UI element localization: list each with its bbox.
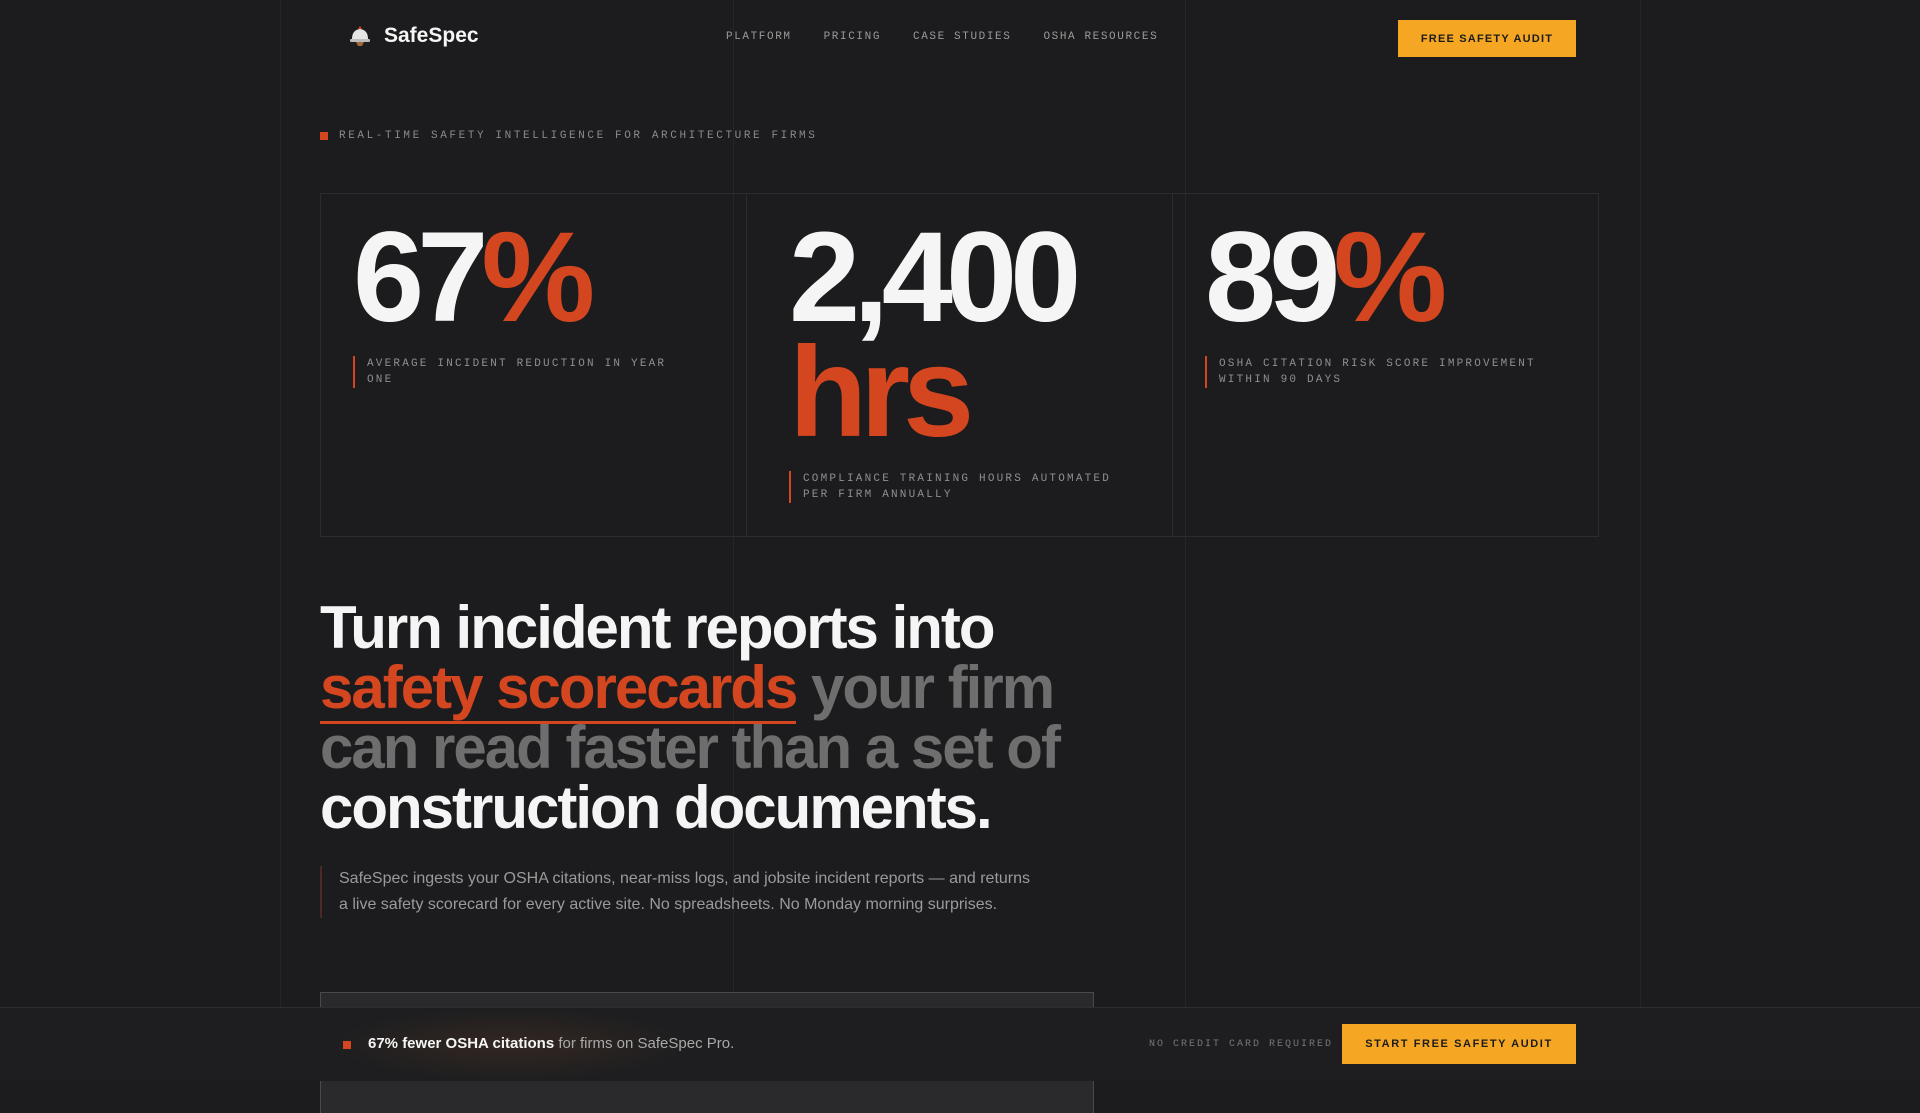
stat-unit: % [481,206,595,349]
grid-line [1640,0,1641,1080]
stat-value: 89% [1205,206,1447,349]
stat-caption: COMPLIANCE TRAINING HOURS AUTOMATED PER … [789,471,1133,503]
start-free-safety-audit-button[interactable]: START FREE SAFETY AUDIT [1342,1024,1576,1064]
stat-value: 67% [353,206,595,349]
nav-link-osha-resources[interactable]: OSHA RESOURCES [1043,31,1158,43]
stat-card-training-hours: 2,400 hrs COMPLIANCE TRAINING HOURS AUTOM… [747,194,1173,536]
stat-unit: % [1333,206,1447,349]
brand-logo[interactable]: SafeSpec [348,24,479,48]
hero-headline: Turn incident reports into safety scorec… [320,598,1140,838]
stat-card-citation-risk: 89% OSHA CITATION RISK SCORE IMPROVEMENT… [1173,194,1598,536]
bar-highlight: 67% fewer OSHA citations [368,1035,555,1052]
nav-link-case-studies[interactable]: CASE STUDIES [913,31,1011,43]
brand-name: SafeSpec [384,24,479,47]
headline-part2: construction documents. [320,774,993,841]
hero-subcopy: SafeSpec ingests your OSHA citations, ne… [320,866,1039,918]
square-bullet-icon [320,132,328,140]
stat-caption: AVERAGE INCIDENT REDUCTION IN YEAR ONE [353,356,687,388]
nav-link-pricing[interactable]: PRICING [824,31,881,43]
headline-part1: Turn incident reports into [320,594,996,661]
bar-message: 67% fewer OSHA citations for firms on Sa… [368,1035,734,1052]
top-nav: SafeSpec PLATFORM PRICING CASE STUDIES O… [0,0,1920,76]
bar-text: for firms on SafeSpec Pro. [558,1035,735,1052]
stats-grid: 67% AVERAGE INCIDENT REDUCTION IN YEAR O… [320,193,1599,537]
grid-line [1185,0,1186,1080]
stat-caption: OSHA CITATION RISK SCORE IMPROVEMENT WIT… [1205,356,1549,388]
eyebrow: REAL-TIME SAFETY INTELLIGENCE FOR ARCHIT… [320,130,817,142]
no-credit-card-note: NO CREDIT CARD REQUIRED [1149,1039,1334,1050]
free-safety-audit-button[interactable]: FREE SAFETY AUDIT [1398,20,1576,57]
stat-value: 2,400 hrs [789,206,1081,464]
nav-links: PLATFORM PRICING CASE STUDIES OSHA RESOU… [726,31,1158,43]
hardhat-icon [350,26,370,46]
grid-line [280,0,281,1080]
nav-link-platform[interactable]: PLATFORM [726,31,792,43]
stat-card-incident-reduction: 67% AVERAGE INCIDENT REDUCTION IN YEAR O… [321,194,747,536]
square-bullet-icon [343,1041,351,1049]
eyebrow-text: REAL-TIME SAFETY INTELLIGENCE FOR ARCHIT… [339,130,818,142]
grid-line [733,0,734,1080]
sticky-cta-bar: 67% fewer OSHA citations for firms on Sa… [0,1007,1920,1081]
stat-unit: hrs [789,321,974,464]
